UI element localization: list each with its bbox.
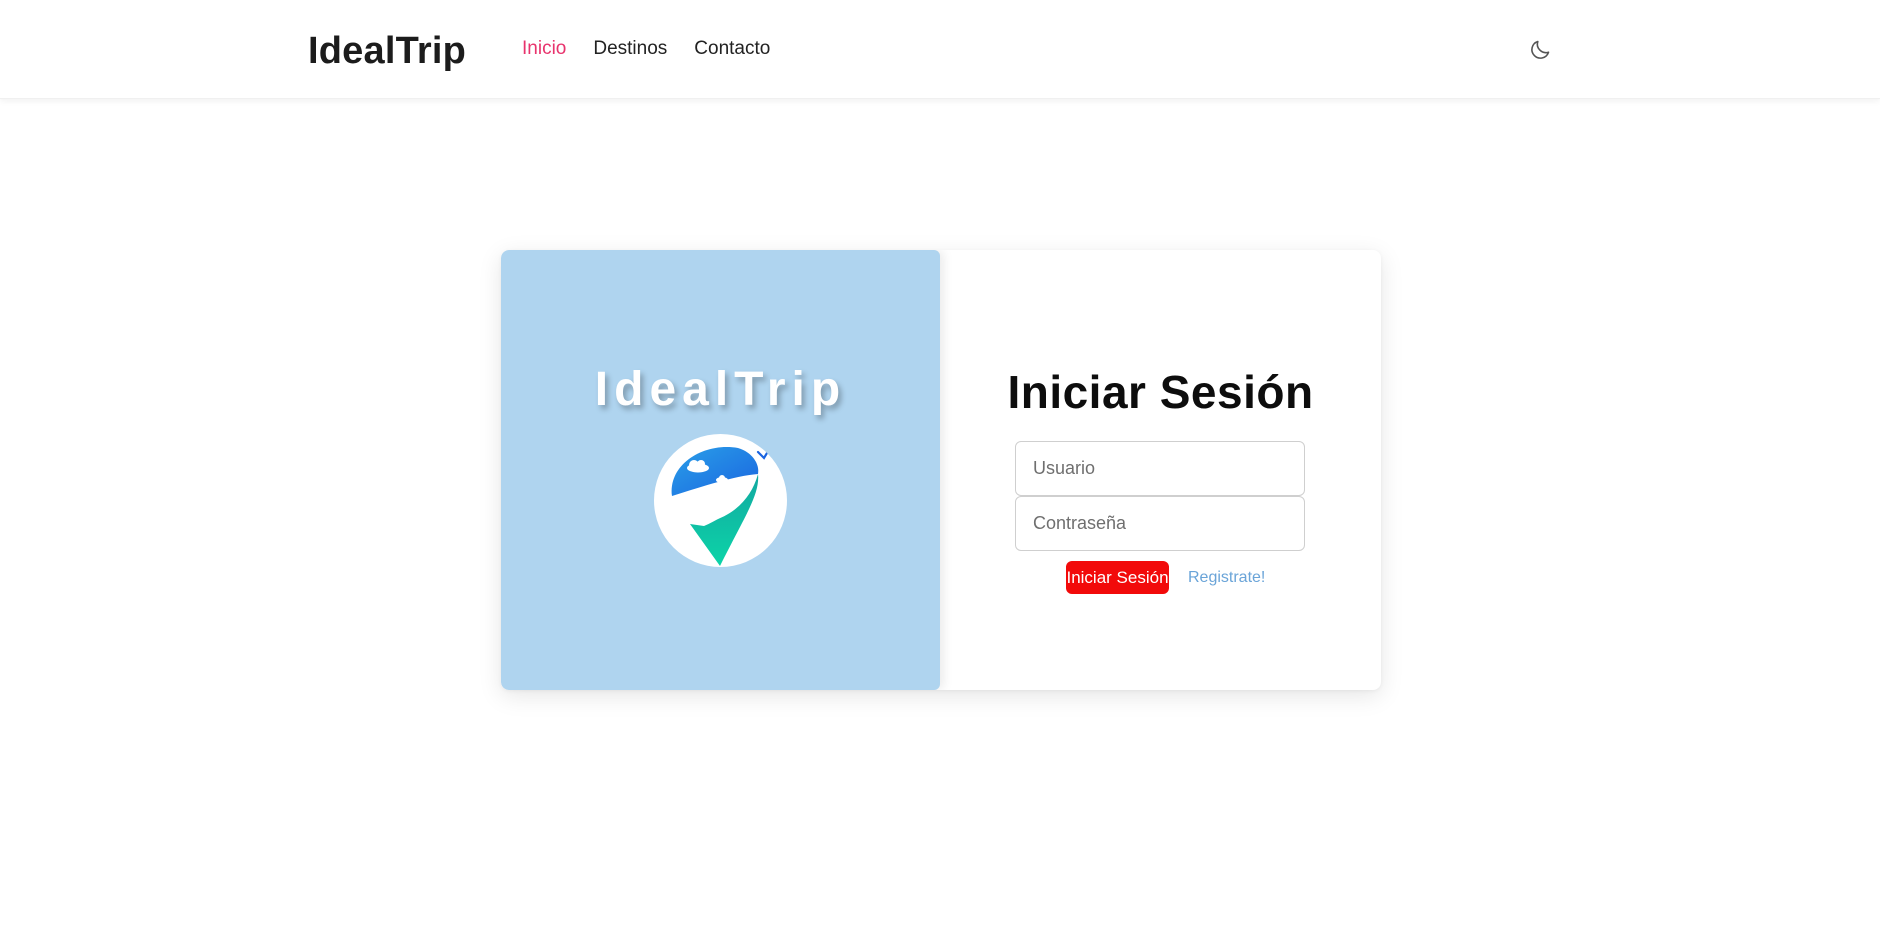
- brand-panel-title: IdealTrip: [594, 363, 847, 416]
- nav-link-contacto[interactable]: Contacto: [694, 38, 770, 60]
- nav-link-destinos[interactable]: Destinos: [593, 38, 667, 60]
- login-submit-button[interactable]: Iniciar Sesión: [1066, 561, 1169, 594]
- moon-icon: [1531, 40, 1550, 59]
- register-link[interactable]: Registrate!: [1188, 569, 1265, 587]
- top-navbar: IdealTrip Inicio Destinos Contacto: [0, 0, 1880, 99]
- brand-logo-text[interactable]: IdealTrip: [308, 30, 466, 73]
- login-form-panel: Iniciar Sesión Iniciar Sesión Registrate…: [940, 250, 1381, 690]
- login-title: Iniciar Sesión: [1007, 366, 1314, 418]
- username-input[interactable]: [1015, 441, 1305, 496]
- nav-link-inicio[interactable]: Inicio: [522, 38, 566, 60]
- password-input[interactable]: [1015, 496, 1305, 551]
- logo-graphic: [671, 446, 772, 566]
- login-card: IdealTrip Iniciar Sesión Usuario Iniciar…: [501, 250, 1381, 690]
- brand-panel: IdealTrip: [501, 250, 940, 690]
- location-pin-logo-icon: [654, 434, 787, 567]
- nav-links: Inicio Destinos Contacto: [522, 38, 770, 60]
- theme-toggle-button[interactable]: [1526, 36, 1554, 64]
